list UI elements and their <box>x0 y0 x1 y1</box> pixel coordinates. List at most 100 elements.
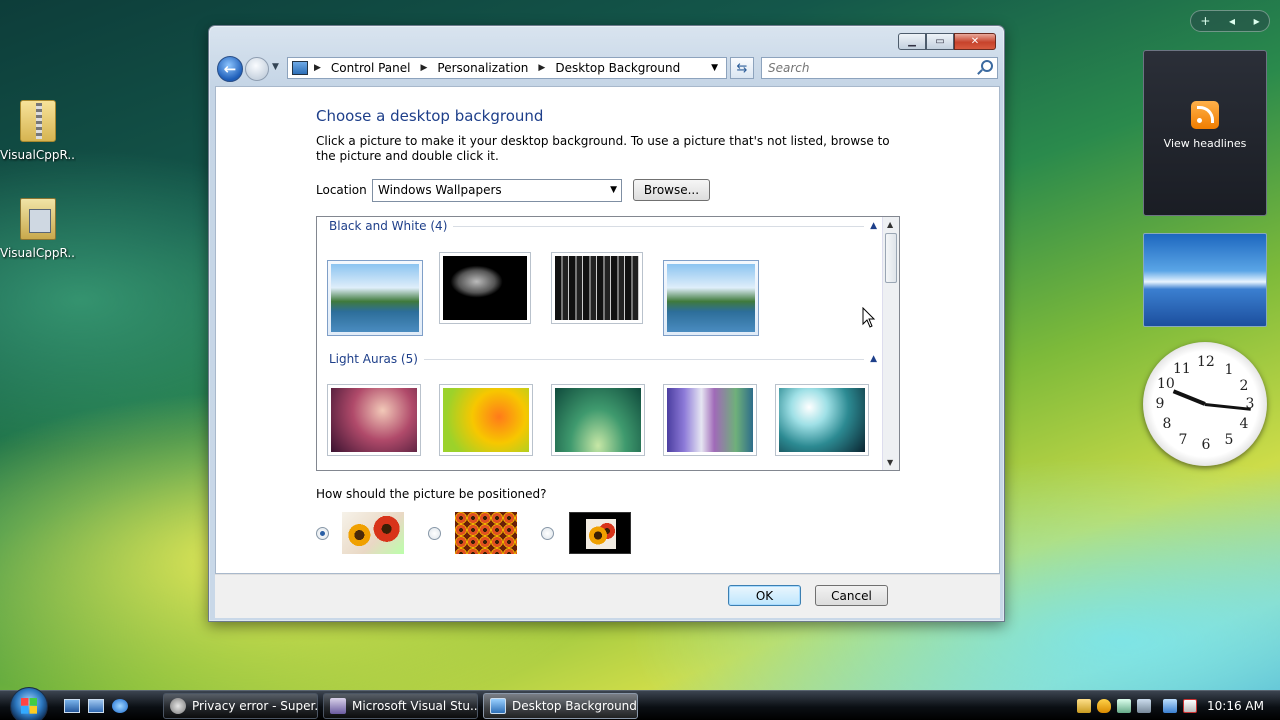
add-gadget-icon[interactable]: + <box>1200 14 1210 28</box>
back-button[interactable]: ← <box>217 56 243 82</box>
position-question: How should the picture be positioned? <box>316 487 547 501</box>
desktop-icon-label: VisualCppR... <box>0 148 76 162</box>
taskbar: Privacy error - Super... Microsoft Visua… <box>0 687 1280 720</box>
tray-app-icon[interactable] <box>1137 699 1152 713</box>
search-icon[interactable] <box>981 60 993 72</box>
refresh-button[interactable]: ⇆ <box>730 57 754 79</box>
collapse-icon[interactable]: ▲ <box>870 354 877 364</box>
browse-button[interactable]: Browse... <box>633 179 710 201</box>
taskbar-button-visual-studio[interactable]: Microsoft Visual Stu... <box>323 693 478 719</box>
clock-number: 4 <box>1239 416 1249 432</box>
breadcrumb-separator-icon[interactable]: ▶ <box>538 63 545 73</box>
ok-button[interactable]: OK <box>728 585 801 606</box>
slideshow-gadget[interactable] <box>1143 233 1267 327</box>
wallpaper-thumbnail[interactable] <box>663 384 757 456</box>
network-icon[interactable] <box>1163 699 1178 713</box>
cancel-button[interactable]: Cancel <box>815 585 888 606</box>
wallpaper-thumbnail[interactable] <box>663 260 759 336</box>
visual-studio-icon <box>330 698 346 714</box>
zip-folder-icon <box>20 100 56 142</box>
taskbar-button-label: Desktop Background <box>512 699 637 713</box>
clock-number: 10 <box>1157 376 1175 392</box>
security-shield-icon[interactable] <box>1097 699 1112 713</box>
tray-app-icon[interactable] <box>1117 699 1132 713</box>
hour-hand <box>1172 389 1206 406</box>
address-bar[interactable]: ▶ Control Panel ▶ Personalization ▶ Desk… <box>287 57 727 79</box>
taskbar-button-label: Privacy error - Super... <box>192 699 318 713</box>
group-divider <box>423 358 865 360</box>
feed-headlines-gadget[interactable]: View headlines <box>1143 50 1267 216</box>
forward-button[interactable] <box>245 57 269 81</box>
wallpaper-thumbnail[interactable] <box>439 252 531 324</box>
browser-icon <box>170 698 186 714</box>
address-dropdown-icon[interactable]: ▼ <box>711 63 718 73</box>
position-fill-image[interactable] <box>342 512 404 554</box>
position-tile-radio[interactable] <box>428 527 441 540</box>
scroll-up-icon[interactable]: ▲ <box>887 220 893 229</box>
breadcrumb-personalization[interactable]: Personalization <box>437 61 528 75</box>
start-button[interactable] <box>10 687 48 720</box>
clock-gadget: 12 1 2 3 4 5 6 7 8 9 10 11 <box>1143 342 1267 466</box>
minimize-button[interactable]: ▁ <box>898 33 926 50</box>
clock-number: 12 <box>1197 354 1215 370</box>
group-header-light-auras[interactable]: Light Auras (5) ▲ <box>329 352 877 366</box>
clock-number: 5 <box>1224 432 1234 448</box>
group-divider <box>453 225 865 227</box>
taskbar-button-label: Microsoft Visual Stu... <box>352 699 478 713</box>
group-header-black-and-white[interactable]: Black and White (4) ▲ <box>329 219 877 233</box>
wallpaper-thumbnail[interactable] <box>439 384 533 456</box>
taskbar-button-browser[interactable]: Privacy error - Super... <box>163 693 318 719</box>
wallpaper-gallery: Black and White (4) ▲ Light Auras (5) ▲ <box>316 216 900 471</box>
clock-number: 1 <box>1224 362 1234 378</box>
show-desktop-icon[interactable] <box>64 699 80 713</box>
search-input[interactable] <box>762 58 962 78</box>
tray-clock[interactable]: 10:16 AM <box>1207 699 1264 713</box>
prev-icon[interactable]: ◂ <box>1229 14 1235 28</box>
clock-number: 6 <box>1201 437 1211 453</box>
dialog-button-row: OK Cancel <box>215 574 1000 618</box>
taskbar-button-desktop-background[interactable]: Desktop Background <box>483 693 638 719</box>
volume-muted-icon[interactable] <box>1183 699 1198 713</box>
scrollbar-thumb[interactable] <box>885 233 897 283</box>
search-box[interactable] <box>761 57 998 79</box>
position-tile-image[interactable] <box>455 512 517 554</box>
clock-number: 11 <box>1173 361 1191 377</box>
breadcrumb-separator-icon[interactable]: ▶ <box>421 63 428 73</box>
page-title: Choose a desktop background <box>316 107 544 125</box>
breadcrumb-desktop-background[interactable]: Desktop Background <box>555 61 680 75</box>
next-icon[interactable]: ▸ <box>1254 14 1260 28</box>
installer-icon <box>20 198 56 240</box>
position-center-image[interactable] <box>569 512 631 554</box>
rss-icon <box>1191 101 1219 129</box>
wallpaper-thumbnail[interactable] <box>775 384 869 456</box>
maximize-button[interactable]: ▭ <box>926 33 954 50</box>
feed-caption[interactable]: View headlines <box>1144 137 1266 150</box>
wallpaper-thumbnail[interactable] <box>551 384 645 456</box>
navigation-bar: ← ▼ ▶ Control Panel ▶ Personalization ▶ … <box>217 56 998 82</box>
desktop-icon-label: VisualCppR... <box>0 246 76 260</box>
wallpaper-thumbnail[interactable] <box>327 384 421 456</box>
scroll-down-icon[interactable]: ▼ <box>887 458 893 467</box>
location-select[interactable]: Windows Wallpapers ▼ <box>372 179 622 202</box>
history-dropdown-icon[interactable]: ▼ <box>272 62 279 72</box>
collapse-icon[interactable]: ▲ <box>870 221 877 231</box>
system-tray: 10:16 AM <box>1077 691 1280 720</box>
close-button[interactable]: ✕ <box>954 33 996 50</box>
gallery-scrollbar[interactable]: ▲ ▼ <box>882 217 899 470</box>
tray-app-icon[interactable] <box>1077 699 1092 713</box>
sidebar-controls: + ◂ ▸ <box>1190 10 1270 32</box>
personalization-icon <box>490 698 506 714</box>
dropdown-arrow-icon[interactable]: ▼ <box>610 185 617 195</box>
desktop-icon-installer[interactable]: VisualCppR... <box>0 198 76 260</box>
wallpaper-thumbnail[interactable] <box>327 260 423 336</box>
wallpaper-thumbnail[interactable] <box>551 252 643 324</box>
internet-explorer-icon[interactable] <box>112 699 128 713</box>
desktop-background-window: ▁ ▭ ✕ ← ▼ ▶ Control Panel ▶ Personalizat… <box>208 25 1005 622</box>
position-center-radio[interactable] <box>541 527 554 540</box>
caption-buttons: ▁ ▭ ✕ <box>898 33 996 50</box>
switch-windows-icon[interactable] <box>88 699 104 713</box>
position-fill-radio[interactable] <box>316 527 329 540</box>
breadcrumb-separator-icon[interactable]: ▶ <box>314 63 321 73</box>
desktop-icon-zip[interactable]: VisualCppR... <box>0 100 76 162</box>
breadcrumb-control-panel[interactable]: Control Panel <box>331 61 411 75</box>
